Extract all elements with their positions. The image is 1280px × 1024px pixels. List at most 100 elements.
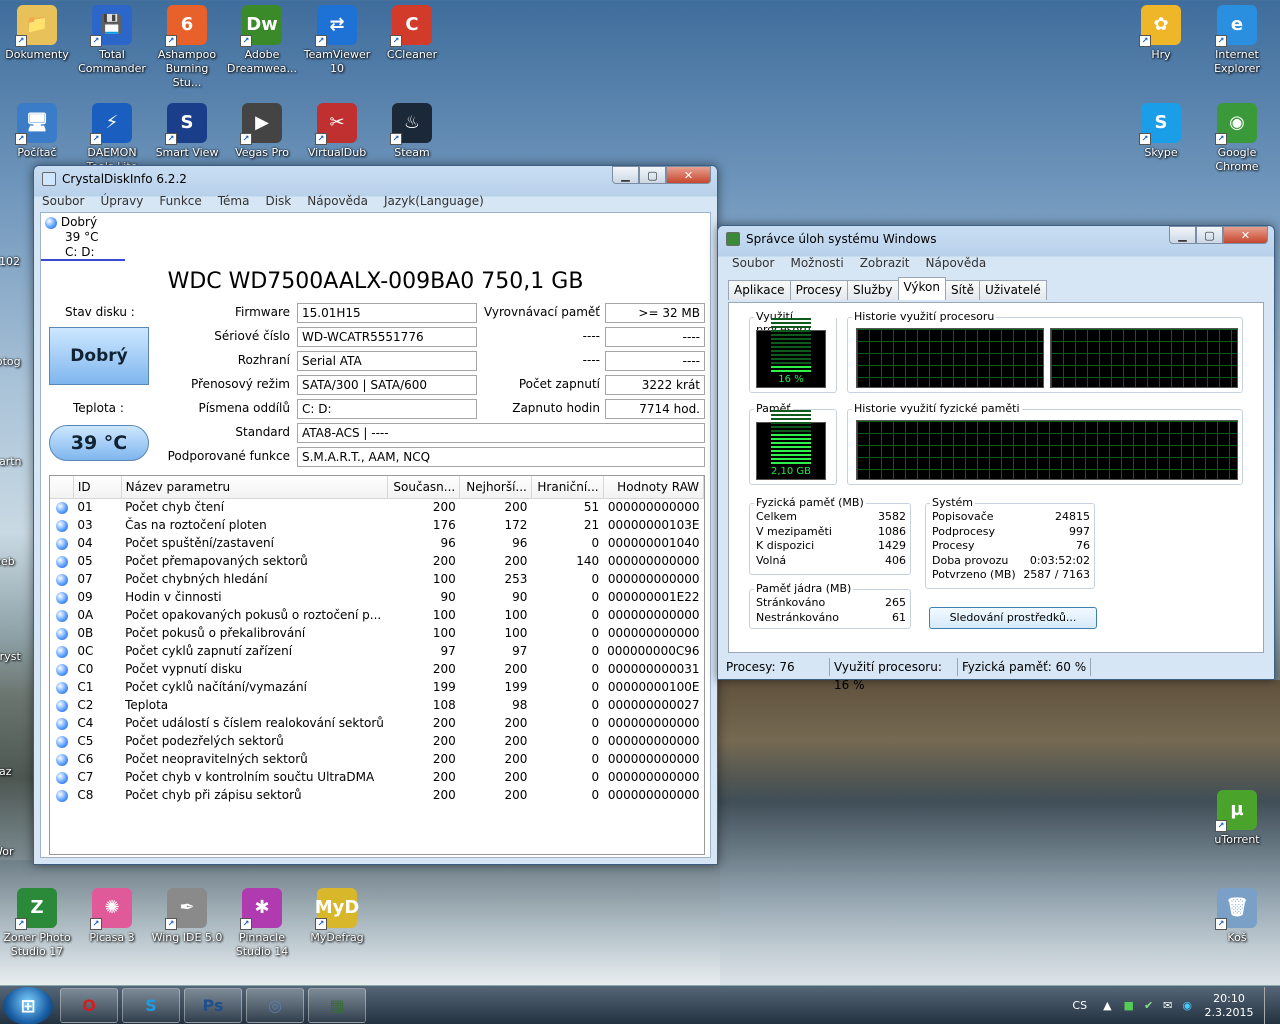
smart-cell: 98 bbox=[512, 698, 528, 712]
desktop-icon[interactable]: ✂ ↗ VirtualDub bbox=[300, 103, 374, 160]
desktop-icon[interactable]: C ↗ CCleaner bbox=[375, 5, 449, 62]
taskbar-app-button[interactable]: O bbox=[60, 988, 118, 1023]
smart-table-row[interactable]: 04 Počet spuštění/zastavení 96 96 0 000000001… bbox=[50, 534, 704, 552]
desktop-icon[interactable]: ✿ ↗ Hry bbox=[1124, 5, 1198, 62]
start-button[interactable]: ⊞ bbox=[3, 987, 53, 1024]
smart-table-row[interactable]: C5 Počet podezřelých sektorů 200 200 0 000000… bbox=[50, 732, 704, 750]
tab-uživatelé[interactable]: Uživatelé bbox=[979, 280, 1047, 300]
show-hidden-icons[interactable]: ▲ bbox=[1103, 999, 1111, 1012]
desktop-icon[interactable]: Z ↗ Zoner Photo Studio 17 bbox=[0, 888, 74, 959]
resource-monitor-button[interactable]: Sledování prostředků... bbox=[929, 607, 1097, 629]
show-desktop-button[interactable] bbox=[1264, 986, 1276, 1024]
tray-app-icon[interactable]: ■ bbox=[1124, 999, 1134, 1012]
mail-icon[interactable]: ✉ bbox=[1163, 999, 1172, 1012]
smart-table-row[interactable]: 0A Počet opakovaných pokusů o roztočení p… bbox=[50, 606, 704, 624]
menu-item[interactable]: Nápověda bbox=[926, 256, 987, 270]
desktop-icon-partial-label[interactable]: naz bbox=[0, 765, 32, 779]
desktop-icon-partial-label[interactable]: web bbox=[0, 555, 32, 569]
desktop-icon-partial-label[interactable]: fotog bbox=[0, 355, 32, 369]
smart-row-status bbox=[50, 678, 73, 696]
minimize-button[interactable]: ▁ bbox=[1169, 226, 1196, 244]
desktop-icon-partial-label[interactable]: Cryst bbox=[0, 650, 32, 664]
tab-sítě[interactable]: Sítě bbox=[945, 280, 981, 300]
menu-item[interactable]: Možnosti bbox=[790, 256, 843, 270]
smart-table-row[interactable]: 0B Počet pokusů o překalibrování 100 100 0 00… bbox=[50, 624, 704, 642]
desktop-icon[interactable]: Dw ↗ Adobe Dreamwea... bbox=[225, 5, 299, 76]
temperature-button[interactable]: 39 °C bbox=[49, 425, 149, 461]
menu-item[interactable]: Soubor bbox=[732, 256, 774, 270]
minimize-button[interactable]: ▁ bbox=[612, 166, 639, 184]
smart-table-row[interactable]: 01 Počet chyb čtení 200 200 51 000000000000 bbox=[50, 498, 704, 516]
tab-služby[interactable]: Služby bbox=[846, 280, 899, 300]
desktop-icon[interactable]: ⚡↗DAEMON Tools Lite bbox=[75, 103, 149, 174]
desktop-icon[interactable]: µ ↗ uTorrent bbox=[1200, 790, 1274, 847]
network-icon[interactable]: ✔ bbox=[1144, 999, 1153, 1012]
desktop-icon[interactable]: 6 ↗ Ashampoo Burning Stu... bbox=[150, 5, 224, 90]
maximize-button[interactable]: ▢ bbox=[639, 166, 666, 184]
smart-table-row[interactable]: C2 Teplota 108 98 0 000000000027 bbox=[50, 696, 704, 714]
smart-table-row[interactable]: C6 Počet neopravitelných sektorů 200 200 0 00… bbox=[50, 750, 704, 768]
desktop-icon[interactable]: S ↗ Skype bbox=[1124, 103, 1198, 160]
desktop-icon[interactable]: 🖥 ↗ Počítač bbox=[0, 103, 74, 160]
desktop-icon[interactable]: ◉ ↗ Google Chrome bbox=[1200, 103, 1274, 174]
desktop-icon[interactable]: 📁 ↗ Dokumenty bbox=[0, 5, 74, 62]
menu-item[interactable]: Jazyk(Language) bbox=[384, 194, 484, 208]
desktop-icon[interactable]: ✒ ↗ Wing IDE 5.0 bbox=[150, 888, 224, 945]
desktop-icon[interactable]: MyD ↗ MyDefrag bbox=[300, 888, 374, 945]
desktop-icon[interactable]: ⇄ ↗ TeamViewer 10 bbox=[300, 5, 374, 76]
tab-aplikace[interactable]: Aplikace bbox=[728, 280, 791, 300]
smart-column-header[interactable]: Hodnoty RAW bbox=[603, 476, 704, 499]
desktop-icon[interactable]: ✺ ↗ Picasa 3 bbox=[75, 888, 149, 945]
close-button[interactable]: ✕ bbox=[1223, 226, 1268, 244]
smart-table-row[interactable]: C4 Počet událostí s číslem realokování se… bbox=[50, 714, 704, 732]
desktop-icon[interactable]: S ↗ Smart View bbox=[150, 103, 224, 160]
smart-table-row[interactable]: C0 Počet vypnutí disku 200 200 0 000000000031 bbox=[50, 660, 704, 678]
tab-procesy[interactable]: Procesy bbox=[789, 280, 848, 300]
smart-column-header[interactable]: Název parametru bbox=[121, 476, 389, 499]
desktop-icon-partial-label[interactable]: partn bbox=[0, 455, 32, 469]
desktop-icon[interactable]: 💾 ↗ Total Commander bbox=[75, 5, 149, 76]
menu-item[interactable]: Téma bbox=[218, 194, 250, 208]
drive-tab[interactable]: Dobrý 39 °C C: D: bbox=[41, 213, 125, 261]
crystaldiskinfo-window[interactable]: CrystalDiskInfo 6.2.2 ▁ ▢ ✕ Soubor Úpravy… bbox=[33, 165, 718, 865]
menu-item[interactable]: Nápověda bbox=[307, 194, 368, 208]
maximize-button[interactable]: ▢ bbox=[1196, 226, 1223, 244]
desktop-icon[interactable]: ♨ ↗ Steam bbox=[375, 103, 449, 160]
smart-table-row[interactable]: C1 Počet cyklů načítání/vymazání 199 199 0 00… bbox=[50, 678, 704, 696]
desktop-icon-partial-label[interactable]: 1102 bbox=[0, 255, 32, 269]
smart-table-container[interactable]: ID Název parametru Současn... Nejhorší... Hr… bbox=[49, 475, 705, 855]
menu-item[interactable]: Funkce bbox=[159, 194, 201, 208]
smart-column-header[interactable]: Nejhorší... bbox=[459, 476, 532, 499]
smart-table-row[interactable]: 09 Hodin v činnosti 90 90 0 000000001E22 bbox=[50, 588, 704, 606]
smart-column-header[interactable]: Současn... bbox=[387, 476, 461, 499]
smart-table-row[interactable]: 0C Počet cyklů zapnutí zařízení 97 97 0 00000… bbox=[50, 642, 704, 660]
smart-table-row[interactable]: C8 Počet chyb při zápisu sektorů 200 200 0 00… bbox=[50, 786, 704, 804]
desktop-icon[interactable]: e ↗ Internet Explorer bbox=[1200, 5, 1274, 76]
desktop-icon[interactable]: ▶ ↗ Vegas Pro bbox=[225, 103, 299, 160]
taskbar-app-button[interactable]: Ps bbox=[184, 988, 242, 1023]
taskbar-app-button[interactable]: ◎ bbox=[246, 988, 304, 1023]
menu-item[interactable]: Zobrazit bbox=[860, 256, 910, 270]
smart-table-row[interactable]: C7 Počet chyb v kontrolním součtu UltraDM… bbox=[50, 768, 704, 786]
smart-table-row[interactable]: 05 Počet přemapovaných sektorů 200 200 140 00… bbox=[50, 552, 704, 570]
desktop-icon[interactable]: ✱ ↗ Pinnacle Studio 14 bbox=[225, 888, 299, 959]
smart-table-row[interactable]: 07 Počet chybných hledání 100 253 0 000000000… bbox=[50, 570, 704, 588]
language-indicator[interactable]: CS bbox=[1072, 999, 1087, 1012]
menu-item[interactable]: Úpravy bbox=[100, 194, 143, 208]
taskbar-app-button[interactable]: ▦ bbox=[308, 988, 366, 1023]
taskbar-app-button[interactable]: S bbox=[122, 988, 180, 1023]
desktop-icon[interactable]: 🗑 ↗ Koš bbox=[1200, 888, 1274, 945]
smart-table-row[interactable]: 03 Čas na roztočení ploten 176 172 21 0000000… bbox=[50, 516, 704, 534]
health-status-button[interactable]: Dobrý bbox=[49, 327, 149, 385]
desktop-icon-partial-label[interactable]: Wor bbox=[0, 845, 32, 859]
smart-column-header[interactable]: ID bbox=[73, 476, 122, 499]
menu-item[interactable]: Disk bbox=[265, 194, 291, 208]
clock[interactable]: 20:10 2.3.2015 bbox=[1198, 992, 1260, 1020]
close-button[interactable]: ✕ bbox=[666, 166, 711, 184]
smart-column-header[interactable]: Hraniční... bbox=[531, 476, 604, 499]
tab-výkon[interactable]: Výkon bbox=[897, 277, 946, 300]
menu-item[interactable]: Soubor bbox=[42, 194, 84, 208]
skype-tray-icon[interactable]: ◉ bbox=[1182, 999, 1192, 1012]
task-manager-window[interactable]: Správce úloh systému Windows ▁ ▢ ✕ Soubo… bbox=[717, 225, 1275, 692]
cpu-history-graph-1 bbox=[856, 328, 1044, 388]
